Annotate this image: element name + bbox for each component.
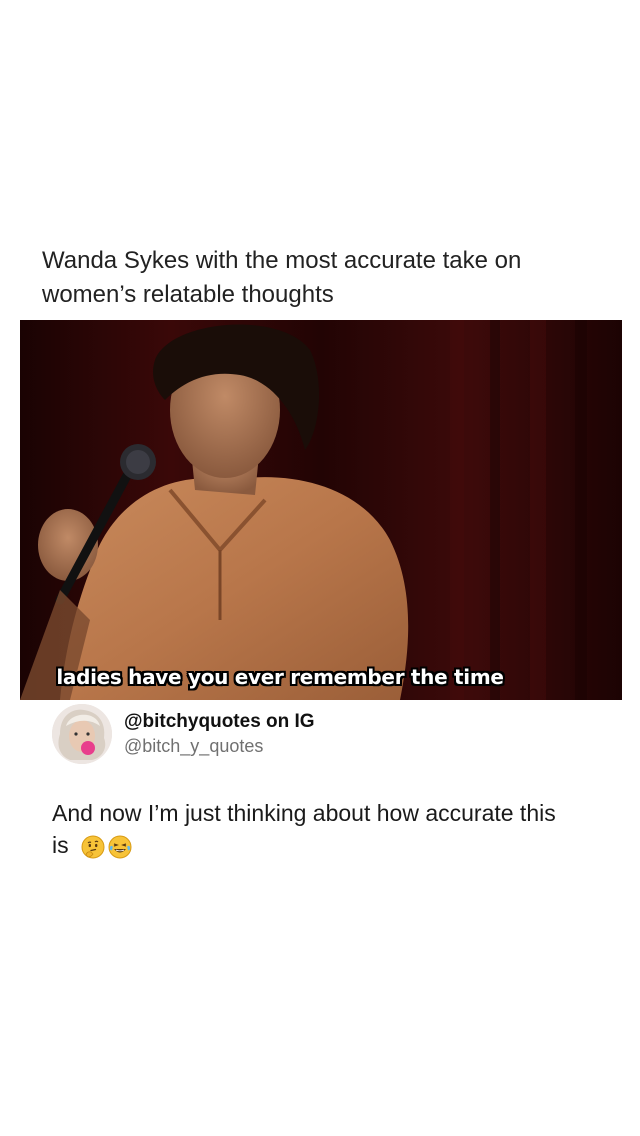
- avatar-image: [52, 704, 112, 764]
- post-caption-line-2: women’s relatable thoughts: [42, 281, 334, 308]
- tweet-author[interactable]: @bitchyquotes on IG @bitch_y_quotes: [52, 702, 315, 766]
- tweet-text-line-2-row: is: [52, 829, 592, 861]
- post-caption: Wanda Sykes with the most accurate take …: [42, 244, 602, 312]
- tweet-body: And now I’m just thinking about how accu…: [52, 797, 592, 861]
- tweet-text-line-2: is: [52, 832, 69, 858]
- author-handle[interactable]: @bitch_y_quotes: [124, 734, 315, 758]
- author-display-name[interactable]: @bitchyquotes on IG: [124, 710, 315, 734]
- tweet-emojis: [81, 835, 132, 859]
- video-still-image: [20, 320, 622, 700]
- thinking-face-emoji: [81, 835, 105, 859]
- tweet-text-line-1: And now I’m just thinking about how accu…: [52, 800, 556, 826]
- video-subtitle: ladies have you ever remember the time: [56, 665, 504, 689]
- avatar[interactable]: [52, 704, 112, 764]
- post-caption-line-1: Wanda Sykes with the most accurate take …: [42, 247, 522, 274]
- video-player[interactable]: ladies have you ever remember the time: [20, 320, 622, 700]
- laughing-tears-emoji: [108, 835, 132, 859]
